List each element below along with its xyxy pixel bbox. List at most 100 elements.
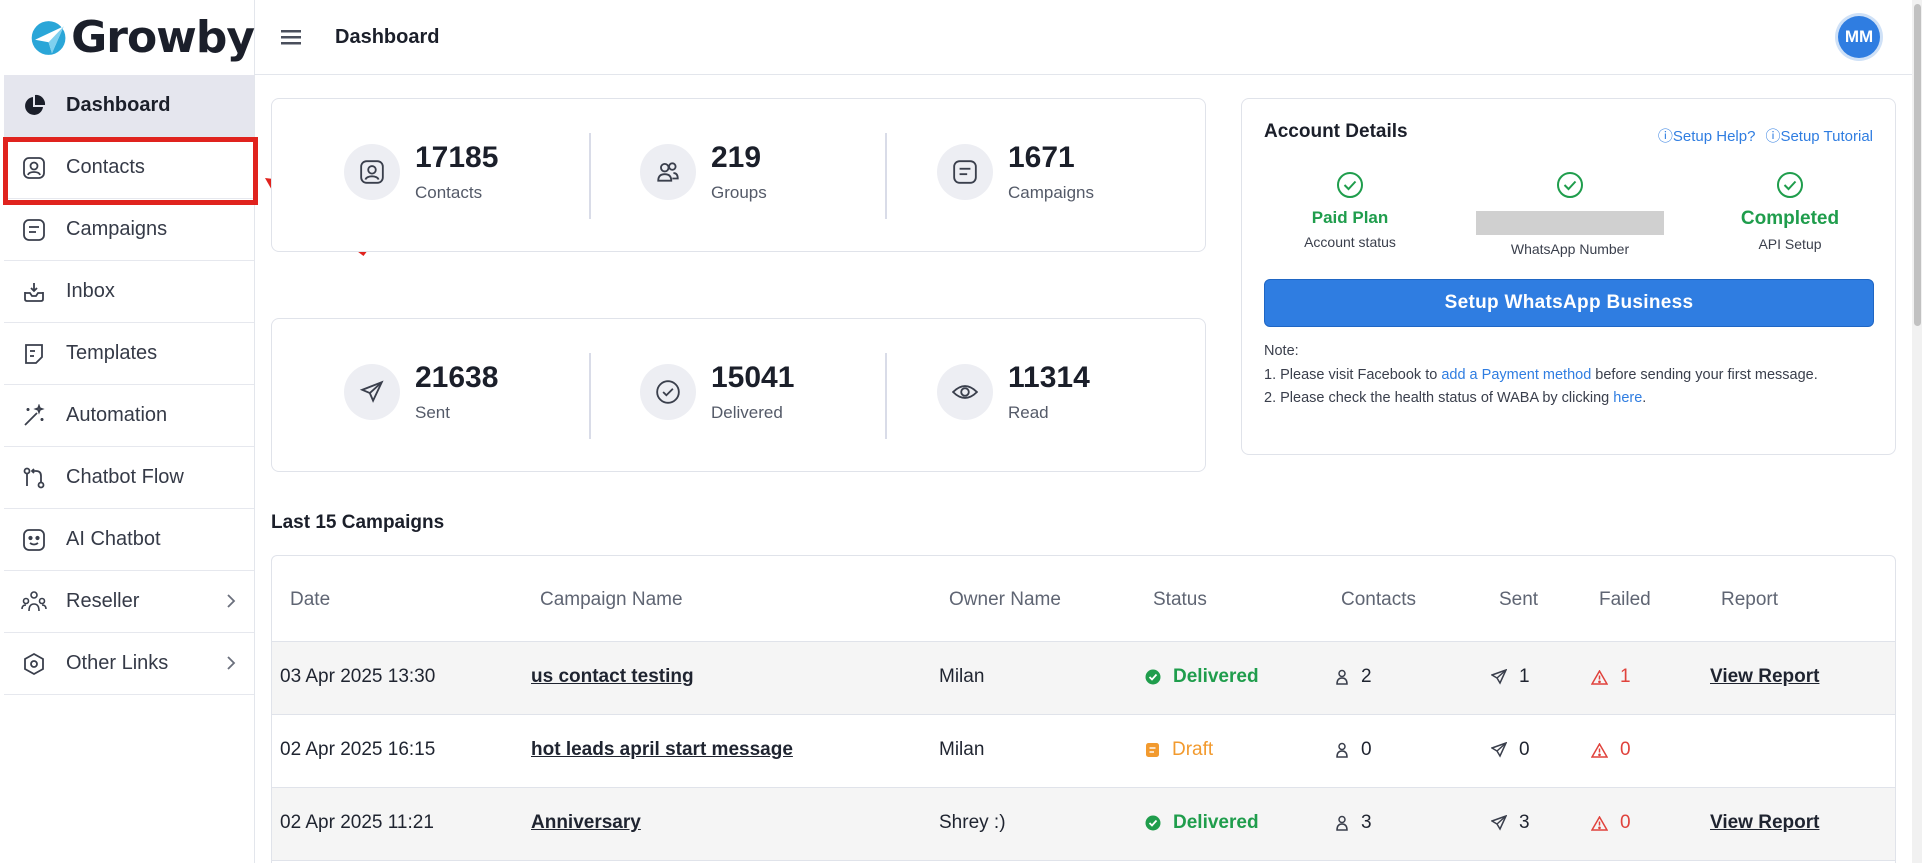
column-header-owner-name[interactable]: Owner Name: [949, 589, 1061, 611]
api-setup-status: Completed API Setup: [1690, 171, 1890, 252]
warning-icon: [1591, 815, 1608, 831]
cell-date: 03 Apr 2025 13:30: [280, 666, 436, 687]
sidebar-item-reseller[interactable]: Reseller: [4, 571, 254, 633]
contact-icon: [20, 154, 48, 182]
sidebar-item-dashboard[interactable]: Dashboard: [4, 75, 254, 137]
cell-failed: 0: [1591, 739, 1631, 761]
setup-help-link[interactable]: ⓘSetup Help?: [1658, 125, 1756, 146]
waba-health-link[interactable]: here: [1613, 390, 1642, 406]
person-icon: [1335, 815, 1349, 831]
redacted-phone-number: [1476, 211, 1664, 235]
groups-icon: [640, 144, 696, 200]
stat-label: Delivered: [711, 403, 783, 422]
cell-date: 02 Apr 2025 16:15: [280, 739, 436, 760]
column-header-campaign-name[interactable]: Campaign Name: [540, 589, 683, 611]
stat-contacts: 17185 Contacts: [344, 141, 498, 203]
sidebar-item-other-links[interactable]: Other Links: [4, 633, 254, 695]
setup-tutorial-link[interactable]: ⓘSetup Tutorial: [1765, 125, 1873, 146]
sidebar-item-contacts[interactable]: Contacts: [4, 137, 254, 199]
stat-label: Read: [1008, 403, 1049, 422]
divider: [885, 353, 887, 439]
add-payment-method-link[interactable]: add a Payment method: [1441, 367, 1591, 383]
menu-toggle-icon[interactable]: [277, 23, 305, 51]
stat-value: 17185: [415, 141, 499, 174]
cell-contacts: 2: [1335, 666, 1372, 688]
send-icon: [1491, 815, 1507, 831]
campaign-name-link[interactable]: hot leads april start message: [531, 739, 793, 761]
brand-name: Growby: [71, 12, 255, 63]
note-line-2: 2. Please check the health status of WAB…: [1264, 387, 1874, 411]
cell-failed: 1: [1591, 666, 1631, 688]
setup-whatsapp-business-button[interactable]: Setup WhatsApp Business: [1264, 279, 1874, 327]
warning-icon: [1591, 742, 1608, 758]
setup-links: ⓘSetup Help? ⓘSetup Tutorial: [1658, 125, 1873, 146]
sidebar-item-chatbot-flow[interactable]: Chatbot Flow: [4, 447, 254, 509]
note-text: 2. Please check the health status of WAB…: [1264, 390, 1614, 406]
stat-label: Contacts: [415, 183, 483, 202]
stats-card-overview: 17185 Contacts 219 Groups 1671 Campaigns: [271, 98, 1206, 252]
failed-count: 1: [1620, 666, 1631, 687]
divider: [589, 353, 591, 439]
page-scrollbar[interactable]: [1912, 0, 1922, 863]
cell-owner: Shrey :): [939, 812, 1006, 833]
note-text: .: [1642, 390, 1647, 406]
column-header-status[interactable]: Status: [1153, 589, 1207, 611]
status-text: Delivered: [1173, 666, 1259, 687]
stat-label: Campaigns: [1008, 183, 1094, 202]
sent-count: 1: [1519, 666, 1530, 687]
stat-groups: 219 Groups: [640, 141, 767, 203]
note-line-1: 1. Please visit Facebook to add a Paymen…: [1264, 364, 1874, 388]
stat-value: 15041: [711, 361, 795, 394]
stat-value: 219: [711, 141, 762, 174]
account-details-title: Account Details: [1264, 121, 1408, 142]
cell-owner: Milan: [939, 666, 985, 687]
sidebar-item-label: Reseller: [66, 590, 140, 612]
campaigns-table: Date Campaign Name Owner Name Status Con…: [271, 555, 1896, 863]
table-header: Date Campaign Name Owner Name Status Con…: [272, 556, 1895, 642]
stat-delivered: 15041 Delivered: [640, 361, 794, 423]
api-label: API Setup: [1758, 236, 1822, 252]
stat-value: 1671: [1008, 141, 1075, 174]
status-text: Delivered: [1173, 812, 1259, 833]
avatar[interactable]: MM: [1838, 16, 1880, 58]
account-note: Note: 1. Please visit Facebook to add a …: [1264, 340, 1874, 411]
reseller-icon: [20, 588, 48, 616]
campaign-icon: [20, 216, 48, 244]
cell-sent: 1: [1491, 666, 1530, 688]
stat-value: 21638: [415, 361, 499, 394]
sidebar-item-automation[interactable]: Automation: [4, 385, 254, 447]
stat-sent: 21638 Sent: [344, 361, 498, 423]
column-header-date[interactable]: Date: [290, 589, 330, 611]
note-text: 1. Please visit Facebook to: [1264, 366, 1442, 383]
page-title: Dashboard: [335, 25, 440, 48]
note-text: before sending your first message.: [1591, 366, 1818, 383]
sidebar-item-label: Chatbot Flow: [66, 466, 184, 488]
plan-label: Account status: [1304, 234, 1396, 250]
scrollbar-thumb[interactable]: [1914, 4, 1921, 326]
sidebar-item-ai-chatbot[interactable]: AI Chatbot: [4, 509, 254, 571]
column-header-report[interactable]: Report: [1721, 589, 1778, 611]
column-header-failed[interactable]: Failed: [1599, 589, 1651, 611]
brand-logo[interactable]: Growby: [0, 0, 255, 75]
sidebar-item-inbox[interactable]: Inbox: [4, 261, 254, 323]
contact-icon: [344, 144, 400, 200]
check-circle-icon: [1250, 171, 1450, 199]
view-report-link[interactable]: View Report: [1710, 666, 1819, 688]
magic-wand-icon: [20, 402, 48, 430]
campaign-name-link[interactable]: us contact testing: [531, 666, 694, 688]
sidebar-item-label: Templates: [66, 342, 158, 364]
column-header-contacts[interactable]: Contacts: [1341, 589, 1416, 611]
cell-contacts: 3: [1335, 812, 1372, 834]
warning-icon: [1591, 669, 1608, 685]
column-header-sent[interactable]: Sent: [1499, 589, 1538, 611]
hexagon-icon: [20, 650, 48, 678]
draft-file-icon: [1145, 742, 1160, 758]
sidebar-item-templates[interactable]: Templates: [4, 323, 254, 385]
template-icon: [20, 340, 48, 368]
campaign-name-link[interactable]: Anniversary: [531, 812, 641, 834]
check-circle-icon: [1690, 171, 1890, 199]
sidebar-item-campaigns[interactable]: Campaigns: [4, 199, 254, 261]
divider: [885, 133, 887, 219]
table-row: 03 Apr 2025 13:30 us contact testing Mil…: [272, 642, 1895, 715]
view-report-link[interactable]: View Report: [1710, 812, 1819, 834]
